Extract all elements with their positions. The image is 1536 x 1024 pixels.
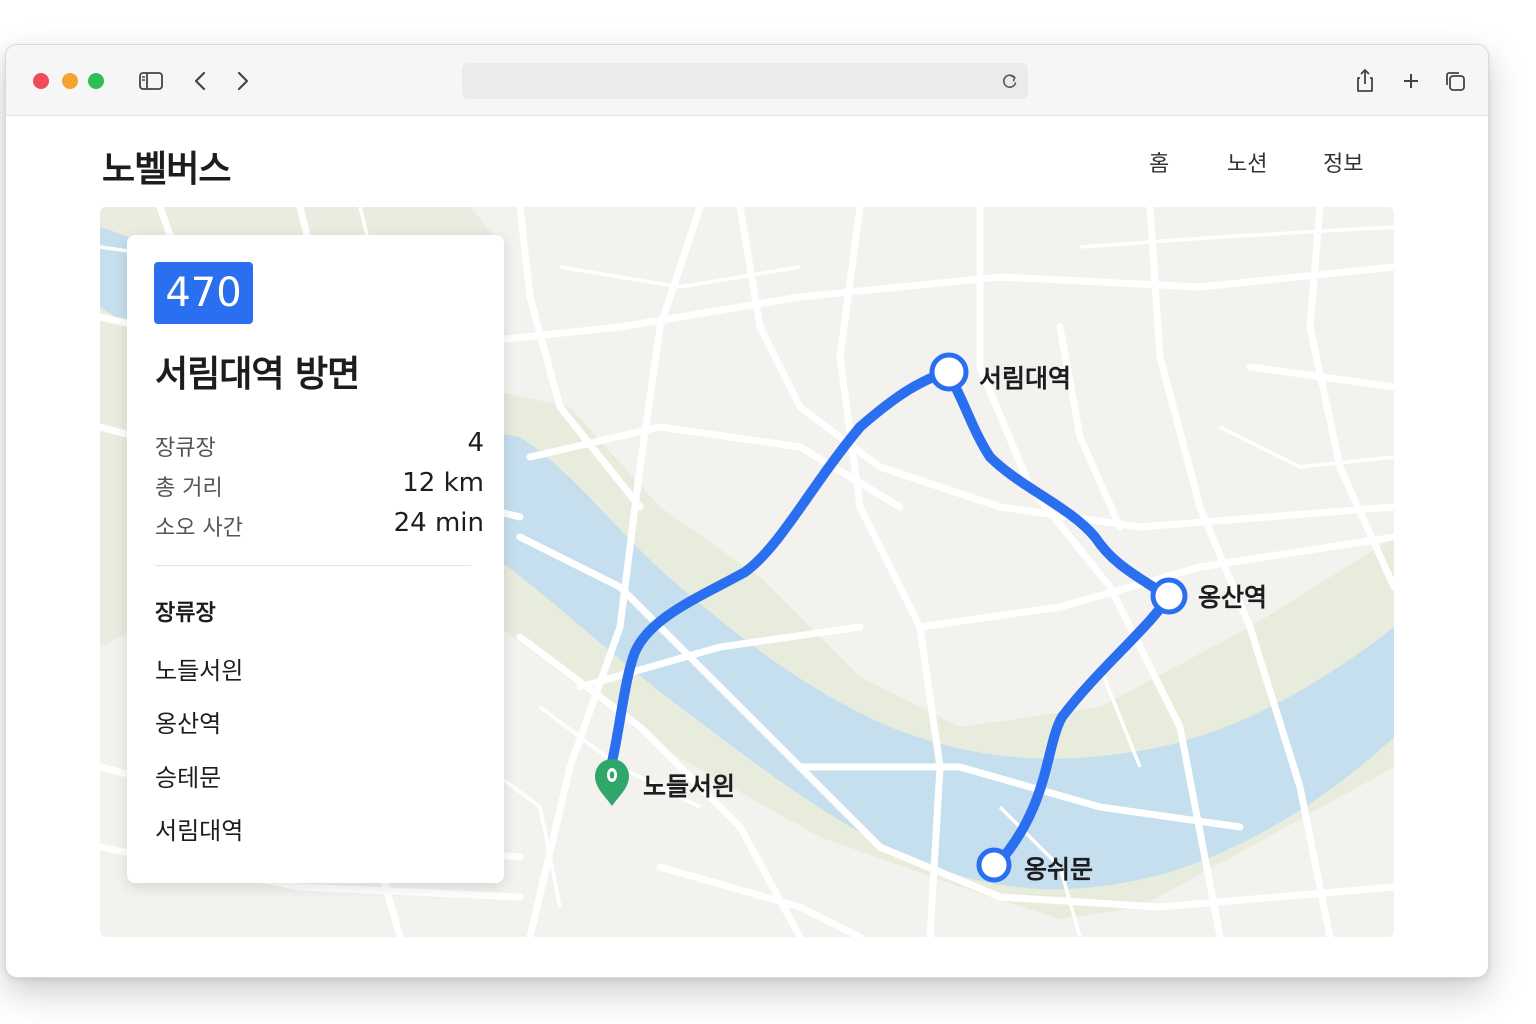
- map-label-ongsan: 옹산역: [1198, 583, 1268, 612]
- route-info-card: 470 서림대역 방면 장큐장 4 총 거리 12 km 소오 사간 24 mi…: [127, 235, 504, 883]
- stop-list-item[interactable]: 승테문: [155, 758, 221, 793]
- zoom-window-button[interactable]: [88, 73, 104, 89]
- map-label-seorim: 서림대역: [979, 364, 1072, 393]
- forward-icon[interactable]: [228, 67, 256, 95]
- stops-heading: 장류장: [155, 601, 216, 626]
- route-number-badge: 470: [154, 262, 253, 324]
- route-map[interactable]: 서림대역 옹산역 옹쉬문 노들서읜 470 서림대역 방면 장큐장 4 총 거리…: [100, 207, 1394, 937]
- address-bar[interactable]: [462, 63, 1028, 99]
- reload-icon[interactable]: [1000, 71, 1020, 91]
- site-logo[interactable]: 노벨버스: [102, 140, 231, 192]
- stop-marker-ongsan: [1150, 577, 1188, 615]
- minimize-window-button[interactable]: [62, 73, 78, 89]
- stat-value-stops: 4: [467, 428, 484, 458]
- nav-routes[interactable]: 노션: [1227, 146, 1267, 178]
- share-icon[interactable]: [1351, 67, 1379, 95]
- new-tab-icon[interactable]: [1397, 67, 1425, 95]
- stat-label-duration: 소오 사간: [155, 516, 243, 541]
- stop-marker-ongswimun: [976, 847, 1012, 883]
- stop-list-item[interactable]: 옹산역: [155, 704, 221, 739]
- start-pin-icon: [595, 759, 629, 806]
- map-label-ongswimun: 옹쉬문: [1024, 855, 1094, 884]
- browser-toolbar: [6, 45, 1488, 116]
- map-label-nodeul: 노들서읜: [643, 772, 736, 801]
- stat-label-stops: 장큐장: [155, 436, 216, 461]
- tabs-overview-icon[interactable]: [1441, 67, 1469, 95]
- stop-marker-seorim: [929, 352, 969, 392]
- close-window-button[interactable]: [33, 73, 49, 89]
- route-direction: 서림대역 방면: [155, 354, 360, 395]
- card-divider: [155, 565, 471, 566]
- nav-info[interactable]: 정보: [1323, 146, 1363, 178]
- nav-home[interactable]: 홈: [1149, 146, 1169, 178]
- browser-window: 노벨버스 홈 노션 정보 서림대역 옹산역 옹쉬문 노들서읜 470 서림대역 …: [5, 44, 1489, 978]
- stat-value-distance: 12 km: [402, 468, 484, 498]
- site-header: 노벨버스 홈 노션 정보: [6, 116, 1488, 208]
- stat-value-duration: 24 min: [393, 508, 484, 538]
- stop-list-item[interactable]: 노들서읜: [155, 651, 243, 686]
- sidebar-icon[interactable]: [137, 67, 165, 95]
- back-icon[interactable]: [187, 67, 215, 95]
- stat-label-distance: 총 거리: [155, 476, 223, 501]
- stop-list-item[interactable]: 서림대역: [155, 811, 243, 846]
